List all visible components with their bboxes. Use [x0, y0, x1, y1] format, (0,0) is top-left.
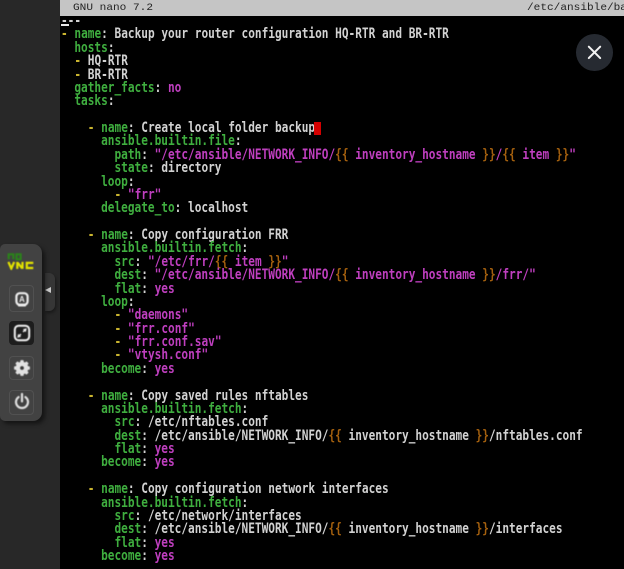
svg-text:A: A	[19, 295, 25, 304]
